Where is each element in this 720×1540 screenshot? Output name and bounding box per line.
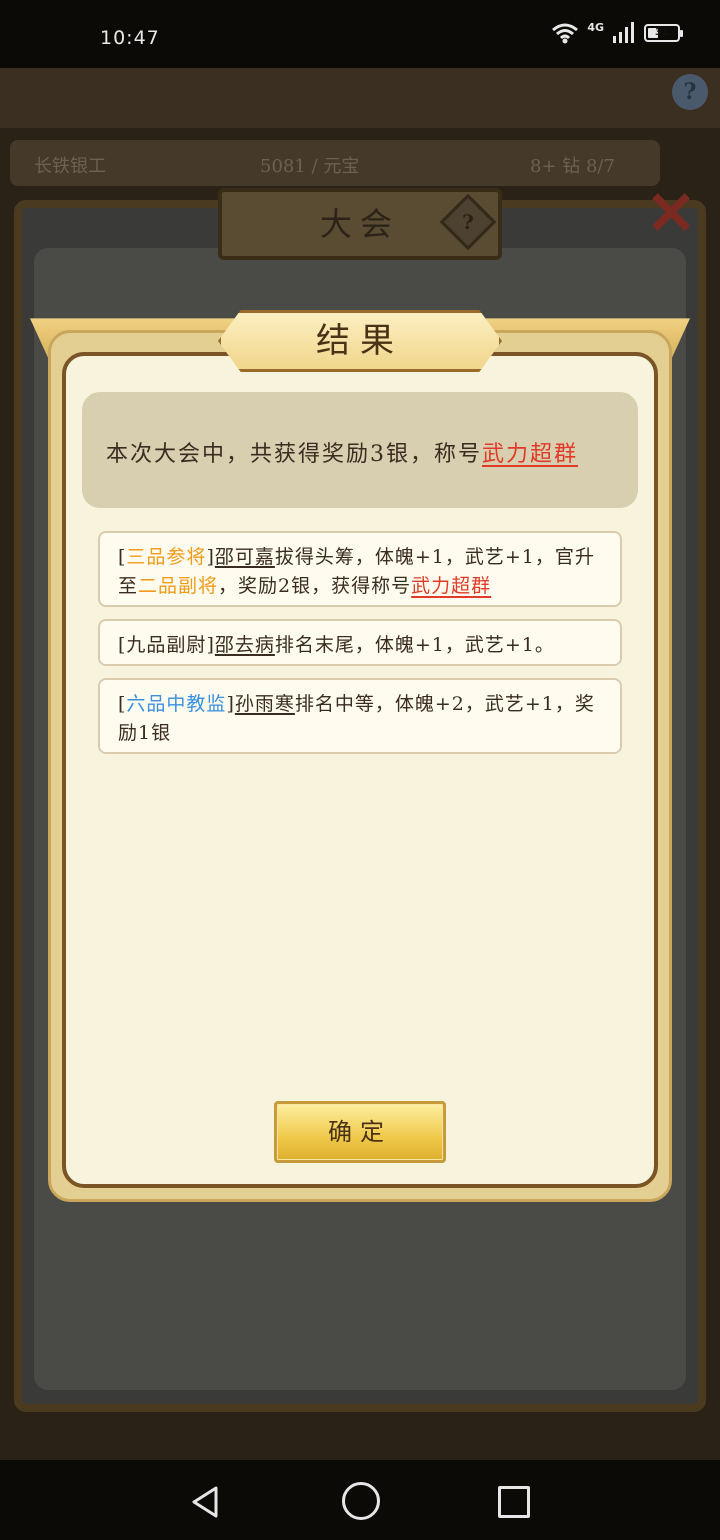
wifi-icon [552, 23, 579, 44]
modal-title: 结果 [218, 310, 502, 372]
network-type: 4G [587, 20, 604, 34]
entry-title-award: 武力超群 [411, 575, 492, 597]
summary-title-award: 武力超群 [482, 442, 579, 467]
close-icon: ✕ [646, 179, 697, 249]
status-bar: 10:47 4G 31 [0, 0, 720, 68]
entry-rank: 三品参将 [126, 546, 207, 568]
entry-name: 邵可嘉 [214, 546, 275, 568]
summary-text: 本次大会中，共获得奖励3银，称号武力超群 [106, 442, 579, 467]
hud-right-text: 8+ 钻 8/7 [530, 156, 615, 177]
top-strip [0, 68, 720, 128]
result-entry: [三品参将]邵可嘉拔得头筹，体魄+1，武艺+1，官升至二品副将，奖励2银，获得称… [98, 531, 622, 607]
result-entry: [九品副尉]邵去病排名末尾，体魄+1，武艺+1。 [98, 619, 622, 666]
help-icon: ? [672, 74, 708, 110]
entry-new-rank: 二品副将 [138, 575, 219, 597]
status-icons: 4G 31 [551, 20, 683, 44]
entry-name: 邵去病 [214, 634, 275, 656]
home-icon[interactable] [342, 1482, 380, 1520]
signal-icon [613, 22, 634, 43]
confirm-button[interactable]: 确定 [274, 1101, 446, 1163]
hud-bar: 长铁银工 5081 / 元宝 8+ 钻 8/7 [10, 140, 660, 186]
battery-level: 31 [655, 27, 669, 38]
recent-apps-icon[interactable] [498, 1486, 530, 1518]
navigation-bar [0, 1460, 720, 1540]
hud-mid-text: 5081 / 元宝 [260, 156, 360, 177]
entry-rank: 九品副尉 [126, 634, 207, 656]
battery-icon: 31 [644, 24, 683, 42]
summary-box: 本次大会中，共获得奖励3银，称号武力超群 [82, 392, 638, 508]
hud-left-text: 长铁银工 [34, 156, 106, 177]
status-time: 10:47 [100, 27, 160, 49]
entry-name: 孙雨寒 [234, 693, 295, 715]
result-entry: [六品中教监]孙雨寒排名中等，体魄+2，武艺+1，奖励1银 [98, 678, 622, 754]
entry-rank: 六品中教监 [126, 693, 227, 715]
back-icon[interactable] [188, 1484, 224, 1520]
